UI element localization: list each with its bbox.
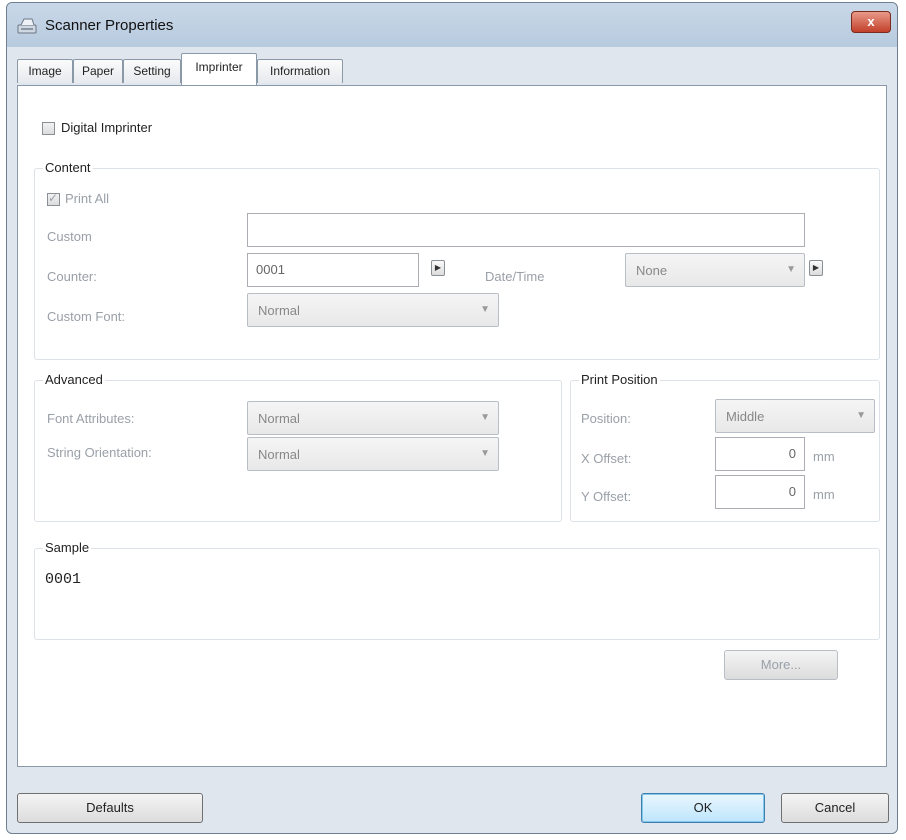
chevron-down-icon: ▼	[856, 410, 866, 421]
print-all-checkbox[interactable]	[47, 191, 60, 206]
font-attributes-select[interactable]: Normal ▼	[247, 401, 499, 435]
digital-imprinter-checkbox[interactable]	[42, 122, 55, 135]
tab-imprinter[interactable]: Imprinter	[181, 53, 257, 85]
datetime-label: Date/Time	[485, 269, 545, 284]
advanced-group-title: Advanced	[43, 372, 105, 387]
scanner-icon	[17, 18, 37, 34]
scanner-properties-window: Scanner Properties x Image Paper Setting…	[6, 2, 898, 834]
print-position-group-title: Print Position	[579, 372, 660, 387]
cancel-button[interactable]: Cancel	[781, 793, 889, 823]
tab-setting[interactable]: Setting	[123, 59, 181, 83]
chevron-down-icon: ▼	[480, 412, 490, 423]
counter-label: Counter:	[47, 269, 97, 284]
print-position-group: Print Position Position: Middle ▼ X Offs…	[570, 372, 880, 522]
digital-imprinter-label: Digital Imprinter	[61, 120, 153, 135]
string-orientation-select[interactable]: Normal ▼	[247, 437, 499, 471]
string-orientation-value: Normal	[258, 447, 300, 462]
datetime-value: None	[636, 263, 668, 278]
chevron-down-icon: ▼	[480, 304, 490, 315]
counter-input[interactable]: 0001	[247, 253, 419, 287]
custom-font-value: Normal	[258, 303, 300, 318]
font-attributes-value: Normal	[258, 411, 300, 426]
position-label: Position:	[581, 411, 631, 426]
position-select[interactable]: Middle ▼	[715, 399, 875, 433]
x-offset-label: X Offset:	[581, 451, 632, 466]
defaults-button[interactable]: Defaults	[17, 793, 203, 823]
datetime-select[interactable]: None ▼	[625, 253, 805, 287]
advanced-group: Advanced Font Attributes: Normal ▼ Strin…	[34, 372, 562, 522]
x-offset-unit: mm	[813, 449, 835, 464]
chevron-down-icon: ▼	[480, 448, 490, 459]
tab-image[interactable]: Image	[17, 59, 73, 83]
y-offset-input[interactable]: 0	[715, 475, 805, 509]
x-offset-input[interactable]: 0	[715, 437, 805, 471]
print-all-label: Print All	[65, 191, 110, 206]
content-group: Content Print All Custom Counter: 0001 ▶…	[34, 160, 880, 360]
font-attributes-label: Font Attributes:	[47, 411, 135, 426]
y-offset-unit: mm	[813, 487, 835, 502]
sample-group-title: Sample	[43, 540, 92, 555]
custom-input[interactable]	[247, 213, 805, 247]
play-arrow-icon[interactable]: ▶	[431, 260, 445, 276]
custom-label: Custom	[47, 229, 92, 244]
title-bar: Scanner Properties x	[7, 3, 897, 47]
more-button[interactable]: More...	[724, 650, 838, 680]
chevron-down-icon: ▼	[786, 264, 796, 275]
imprinter-panel: Digital Imprinter Content Print All Cust…	[17, 85, 887, 767]
ok-button[interactable]: OK	[641, 793, 765, 823]
close-button[interactable]: x	[851, 11, 891, 33]
string-orientation-label: String Orientation:	[47, 445, 152, 460]
tab-information[interactable]: Information	[257, 59, 343, 83]
window-title: Scanner Properties	[45, 17, 174, 34]
sample-group: Sample 0001	[34, 540, 880, 640]
content-group-title: Content	[43, 160, 93, 175]
custom-font-label: Custom Font:	[47, 309, 126, 324]
sample-text: 0001	[45, 571, 82, 588]
custom-font-select[interactable]: Normal ▼	[247, 293, 499, 327]
play-arrow-icon[interactable]: ▶	[809, 260, 823, 276]
position-value: Middle	[726, 409, 765, 424]
y-offset-label: Y Offset:	[581, 489, 632, 504]
tab-paper[interactable]: Paper	[73, 59, 123, 83]
